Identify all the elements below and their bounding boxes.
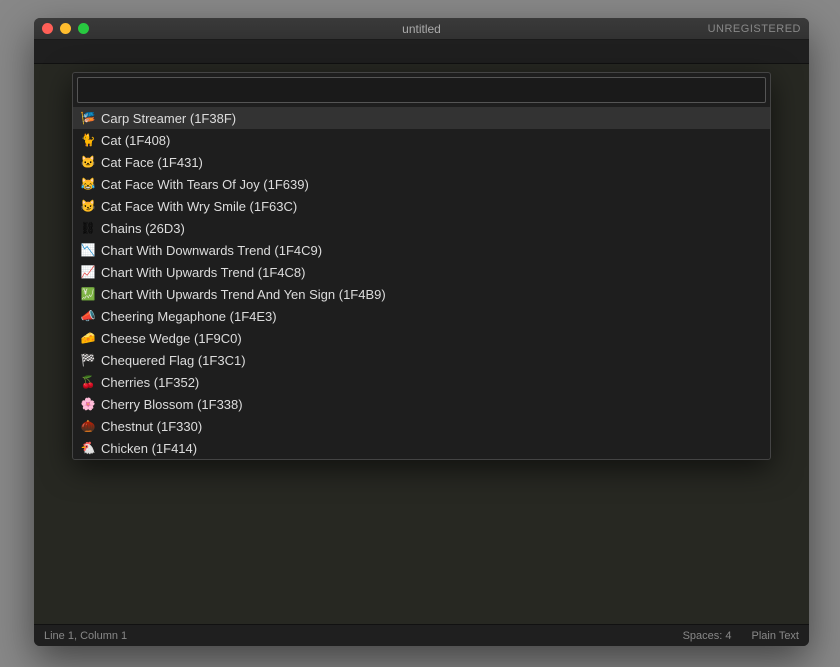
palette-item[interactable]: 🧀 Cheese Wedge (1F9C0) bbox=[73, 327, 770, 349]
palette-item-label: Cheering Megaphone (1F4E3) bbox=[101, 309, 277, 324]
palette-item-label: Chequered Flag (1F3C1) bbox=[101, 353, 246, 368]
palette-item[interactable]: 🐔 Chicken (1F414) bbox=[73, 437, 770, 459]
palette-item[interactable]: ⛓ Chains (26D3) bbox=[73, 217, 770, 239]
palette-item[interactable]: 🌰 Chestnut (1F330) bbox=[73, 415, 770, 437]
emoji-icon: 🌰 bbox=[81, 419, 95, 433]
palette-item[interactable]: 🏁 Chequered Flag (1F3C1) bbox=[73, 349, 770, 371]
palette-item[interactable]: 😹 Cat Face With Tears Of Joy (1F639) bbox=[73, 173, 770, 195]
editor-area[interactable]: 🎏 Carp Streamer (1F38F) 🐈 Cat (1F408) 🐱 Cat F… bbox=[34, 64, 809, 624]
unregistered-label: UNREGISTERED bbox=[708, 23, 801, 35]
titlebar: untitled UNREGISTERED bbox=[34, 18, 809, 40]
palette-item[interactable]: 🍒 Cherries (1F352) bbox=[73, 371, 770, 393]
emoji-icon: 🐈 bbox=[81, 133, 95, 147]
syntax-mode[interactable]: Plain Text bbox=[752, 630, 800, 642]
palette-item[interactable]: 📣 Cheering Megaphone (1F4E3) bbox=[73, 305, 770, 327]
palette-item[interactable]: 🐱 Cat Face (1F431) bbox=[73, 151, 770, 173]
emoji-icon: 🏁 bbox=[81, 353, 95, 367]
app-window: untitled UNREGISTERED 🎏 Carp Streamer (1F… bbox=[34, 18, 809, 646]
palette-item-label: Cat Face With Wry Smile (1F63C) bbox=[101, 199, 297, 214]
palette-item-label: Chains (26D3) bbox=[101, 221, 185, 236]
palette-item-label: Cat (1F408) bbox=[101, 133, 170, 148]
palette-item[interactable]: 😼 Cat Face With Wry Smile (1F63C) bbox=[73, 195, 770, 217]
emoji-icon: 🌸 bbox=[81, 397, 95, 411]
tab-bar[interactable] bbox=[34, 40, 809, 64]
palette-item-label: Cherry Blossom (1F338) bbox=[101, 397, 243, 412]
emoji-icon: 🐔 bbox=[81, 441, 95, 455]
palette-item-label: Chart With Downwards Trend (1F4C9) bbox=[101, 243, 322, 258]
emoji-icon: 🍒 bbox=[81, 375, 95, 389]
palette-results: 🎏 Carp Streamer (1F38F) 🐈 Cat (1F408) 🐱 Cat F… bbox=[73, 107, 770, 459]
emoji-icon: 😹 bbox=[81, 177, 95, 191]
palette-item-label: Chicken (1F414) bbox=[101, 441, 197, 456]
palette-item[interactable]: 📈 Chart With Upwards Trend (1F4C8) bbox=[73, 261, 770, 283]
cursor-position[interactable]: Line 1, Column 1 bbox=[44, 630, 127, 642]
palette-item-label: Carp Streamer (1F38F) bbox=[101, 111, 236, 126]
status-bar: Line 1, Column 1 Spaces: 4 Plain Text bbox=[34, 624, 809, 646]
emoji-icon: 📣 bbox=[81, 309, 95, 323]
window-title: untitled bbox=[34, 22, 809, 36]
emoji-icon: 🎏 bbox=[81, 111, 95, 125]
emoji-icon: 💹 bbox=[81, 287, 95, 301]
emoji-icon: 📈 bbox=[81, 265, 95, 279]
palette-item[interactable]: 🎏 Carp Streamer (1F38F) bbox=[73, 107, 770, 129]
palette-item[interactable]: 💹 Chart With Upwards Trend And Yen Sign (… bbox=[73, 283, 770, 305]
emoji-icon: ⛓ bbox=[81, 221, 95, 235]
emoji-icon: 🧀 bbox=[81, 331, 95, 345]
palette-item-label: Chart With Upwards Trend (1F4C8) bbox=[101, 265, 305, 280]
palette-search-input[interactable] bbox=[77, 77, 766, 103]
emoji-icon: 🐱 bbox=[81, 155, 95, 169]
palette-item-label: Cat Face (1F431) bbox=[101, 155, 203, 170]
palette-item-label: Cheese Wedge (1F9C0) bbox=[101, 331, 242, 346]
palette-item-label: Cherries (1F352) bbox=[101, 375, 199, 390]
palette-item-label: Chestnut (1F330) bbox=[101, 419, 202, 434]
emoji-icon: 📉 bbox=[81, 243, 95, 257]
command-palette: 🎏 Carp Streamer (1F38F) 🐈 Cat (1F408) 🐱 Cat F… bbox=[72, 72, 771, 460]
palette-item[interactable]: 🌸 Cherry Blossom (1F338) bbox=[73, 393, 770, 415]
palette-item[interactable]: 🐈 Cat (1F408) bbox=[73, 129, 770, 151]
palette-item-label: Cat Face With Tears Of Joy (1F639) bbox=[101, 177, 309, 192]
minimize-button[interactable] bbox=[60, 23, 71, 34]
palette-item[interactable]: 📉 Chart With Downwards Trend (1F4C9) bbox=[73, 239, 770, 261]
palette-item-label: Chart With Upwards Trend And Yen Sign (1… bbox=[101, 287, 386, 302]
traffic-lights bbox=[42, 23, 89, 34]
close-button[interactable] bbox=[42, 23, 53, 34]
emoji-icon: 😼 bbox=[81, 199, 95, 213]
maximize-button[interactable] bbox=[78, 23, 89, 34]
indent-setting[interactable]: Spaces: 4 bbox=[683, 630, 732, 642]
